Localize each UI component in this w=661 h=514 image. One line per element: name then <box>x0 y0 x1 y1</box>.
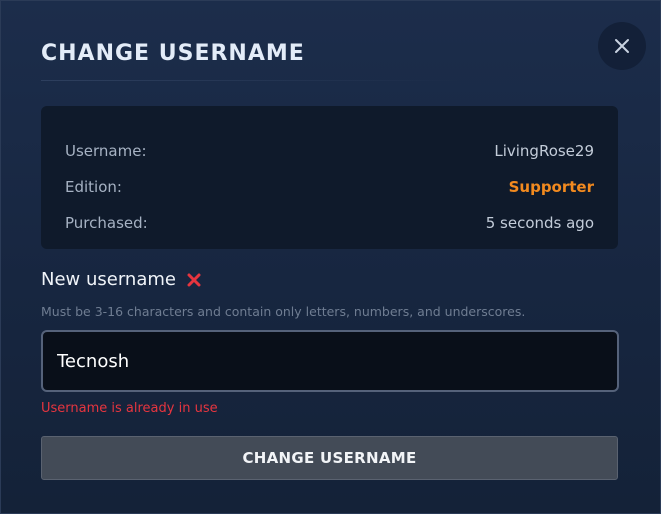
invalid-x-icon <box>187 273 201 287</box>
title-divider <box>41 80 461 81</box>
username-rules-hint: Must be 3-16 characters and contain only… <box>41 304 526 319</box>
username-error-message: Username is already in use <box>41 401 218 416</box>
info-value-edition: Supporter <box>508 178 594 196</box>
info-value-purchased: 5 seconds ago <box>485 214 594 232</box>
change-username-dialog: CHANGE USERNAME Username: LivingRose29 E… <box>0 0 661 514</box>
info-label-purchased: Purchased: <box>65 214 148 232</box>
info-value-username: LivingRose29 <box>494 142 594 160</box>
info-row-username: Username: LivingRose29 <box>65 133 594 169</box>
new-username-input[interactable] <box>41 330 619 392</box>
dialog-title: CHANGE USERNAME <box>41 41 305 66</box>
info-row-purchased: Purchased: 5 seconds ago <box>65 205 594 241</box>
change-username-button[interactable]: CHANGE USERNAME <box>41 436 618 480</box>
close-icon <box>614 38 630 54</box>
info-label-username: Username: <box>65 142 147 160</box>
account-info-panel: Username: LivingRose29 Edition: Supporte… <box>41 106 618 249</box>
info-label-edition: Edition: <box>65 178 122 196</box>
info-row-edition: Edition: Supporter <box>65 169 594 205</box>
close-button[interactable] <box>598 22 646 70</box>
new-username-label: New username <box>41 269 176 290</box>
new-username-label-row: New username <box>41 269 201 290</box>
